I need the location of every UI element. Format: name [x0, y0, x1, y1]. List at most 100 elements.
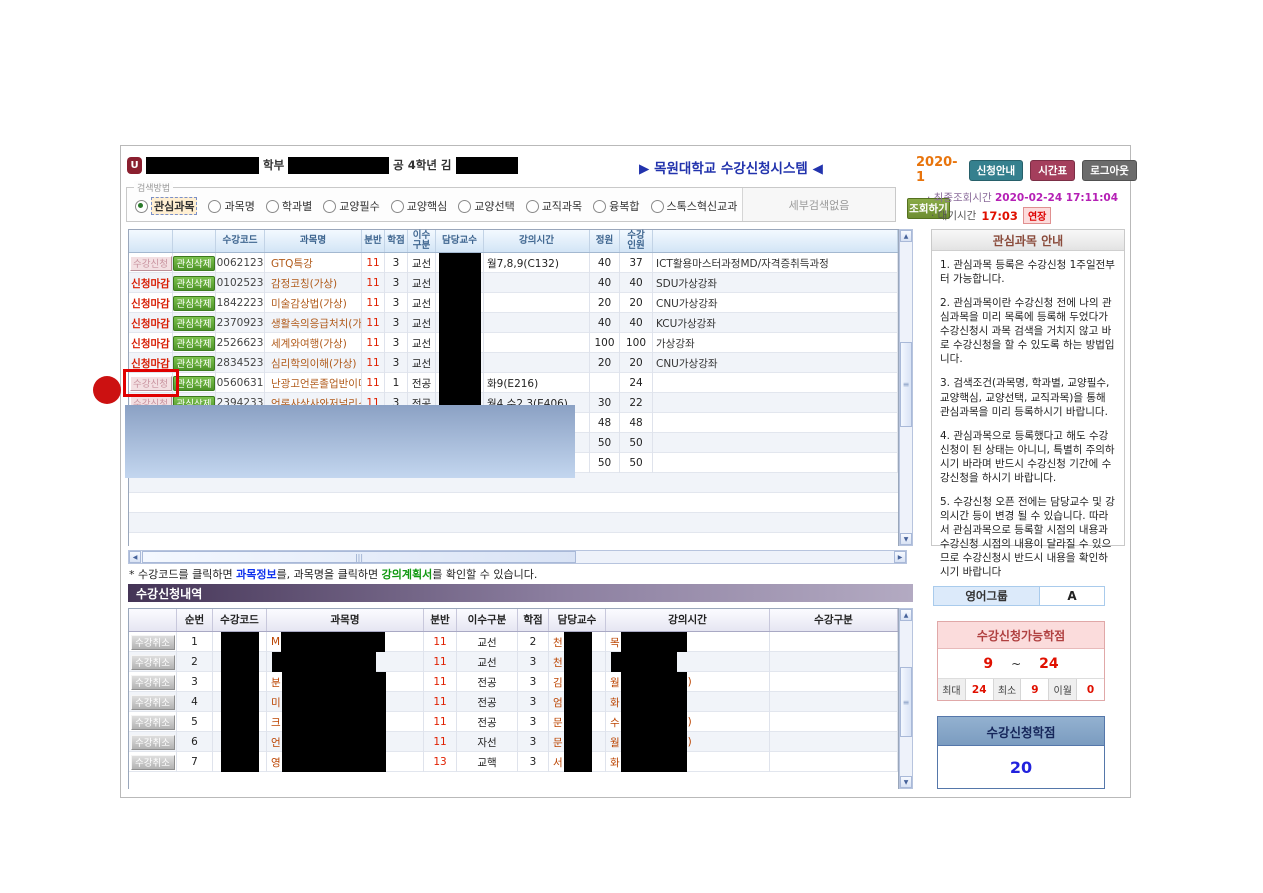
cancel-cell: 수강취소	[129, 752, 177, 772]
search-option-label: 교양필수	[339, 198, 379, 214]
redacted-professor	[439, 253, 481, 273]
timetable-button[interactable]: 시간표	[1030, 160, 1075, 181]
capacity-cell: 48	[590, 413, 620, 433]
closed-status: 신청마감	[131, 316, 170, 331]
credit-range-values: 9 ~ 24	[938, 649, 1104, 679]
cancel-button[interactable]: 수강취소	[131, 675, 175, 690]
detail-filter-box[interactable]: 세부검색없음	[742, 188, 895, 221]
course-name[interactable]: 감정코칭(가상)	[268, 276, 337, 291]
capacity-cell: 20	[590, 353, 620, 373]
favorite-delete-button[interactable]: 관심삭제	[173, 256, 215, 271]
course-code[interactable]: 0102523	[217, 277, 264, 289]
course-name[interactable]: 난광고언론졸업반이다	[268, 376, 361, 391]
search-option-3[interactable]: 교양필수	[323, 198, 379, 214]
applied-credits-box: 수강신청학점 20	[937, 716, 1105, 789]
enrolled-header-cell: 담당교수	[549, 609, 606, 631]
note-cell	[653, 433, 898, 453]
wait-time-label: · 대기시간	[931, 208, 976, 223]
search-option-4[interactable]: 교양핵심	[391, 198, 447, 214]
redacted-name	[272, 652, 376, 672]
english-group-box: 영어그룹 A	[933, 586, 1105, 606]
course-name[interactable]: 미술감상법(가상)	[268, 296, 347, 311]
enrolled-row: 수강취소211교선3천	[129, 652, 898, 672]
time-prefix: 월	[610, 735, 620, 750]
cancel-button[interactable]: 수강취소	[131, 695, 175, 710]
search-option-7[interactable]: 융복합	[593, 198, 639, 214]
guide-button[interactable]: 신청안내	[969, 160, 1024, 181]
cancel-button[interactable]: 수강취소	[131, 655, 175, 670]
time-cell	[484, 293, 590, 313]
enrolled-table-vscrollbar[interactable]: ▲ ≡ ▼	[899, 608, 913, 789]
course-table-header: 수강코드과목명분반학점이수 구분담당교수강의시간정원수강 인원	[129, 230, 898, 253]
course-name[interactable]: 세계와여행(가상)	[268, 336, 347, 351]
search-option-8[interactable]: 스톡스혁신교과	[651, 198, 738, 214]
search-option-1[interactable]: 과목명	[208, 198, 254, 214]
course-name-cell	[267, 652, 424, 672]
course-name-prefix: 미	[271, 695, 281, 710]
course-code[interactable]: 2526623	[217, 337, 264, 349]
search-option-5[interactable]: 교양선택	[458, 198, 514, 214]
logout-button[interactable]: 로그아웃	[1082, 160, 1137, 181]
redacted-professor	[564, 672, 592, 692]
credit-cell: 3	[393, 297, 400, 309]
annotation-highlight-box	[123, 369, 179, 397]
course-name[interactable]: GTQ특강	[268, 256, 313, 271]
cancel-button[interactable]: 수강취소	[131, 635, 175, 650]
favorite-delete-button[interactable]: 관심삭제	[173, 296, 215, 311]
course-code[interactable]: 0062123	[217, 257, 264, 269]
note-cell: CNU가상강좌	[653, 293, 898, 313]
credit-cell: 3	[393, 317, 400, 329]
course-name: GTQ특강	[265, 253, 362, 273]
professor-cell: 엄	[549, 692, 606, 712]
syllabus-link[interactable]: 강의계획서	[382, 568, 433, 581]
course-name[interactable]: 생활속의응급처치(가상)	[268, 316, 361, 331]
course-name-cell: 크	[267, 712, 424, 732]
action-cell: 신청마감	[129, 273, 173, 293]
course-code[interactable]: 2370923	[217, 317, 264, 329]
course-code[interactable]: 1842223	[217, 297, 264, 309]
capacity-cell: 50	[590, 433, 620, 453]
code-cell	[213, 752, 267, 772]
section-cell: 11	[362, 373, 385, 393]
favorite-delete-button[interactable]: 관심삭제	[173, 376, 215, 391]
course-code[interactable]: 0560631	[217, 377, 264, 389]
favorite-delete-button[interactable]: 관심삭제	[173, 316, 215, 331]
section-cell: 11	[433, 656, 446, 668]
enrolled-header-cell	[129, 609, 177, 631]
section-cell: 11	[362, 253, 385, 273]
course-header-cell: 수강코드	[216, 230, 265, 252]
course-name[interactable]: 심리학의이해(가상)	[268, 356, 356, 371]
course-table-vscrollbar[interactable]: ▲ ≡ ▼	[899, 229, 913, 546]
course-table-hscrollbar[interactable]: ◀ ||| ▶	[128, 550, 907, 564]
code-cell	[213, 692, 267, 712]
favorite-delete-button[interactable]: 관심삭제	[173, 336, 215, 351]
search-option-0[interactable]: 관심과목	[135, 197, 197, 215]
course-code[interactable]: 2834523	[217, 357, 264, 369]
course-name: 세계와여행(가상)	[265, 333, 362, 353]
search-option-label: 교직과목	[542, 198, 582, 214]
cancel-button[interactable]: 수강취소	[131, 735, 175, 750]
credit-cell: 3	[393, 337, 400, 349]
search-option-2[interactable]: 학과별	[266, 198, 312, 214]
favorite-delete-button[interactable]: 관심삭제	[173, 356, 215, 371]
search-option-6[interactable]: 교직과목	[526, 198, 582, 214]
credit-cell: 3	[518, 692, 549, 712]
extend-button[interactable]: 연장	[1023, 207, 1051, 224]
cancel-cell: 수강취소	[129, 632, 177, 652]
cancel-button[interactable]: 수강취소	[131, 715, 175, 730]
cancel-button[interactable]: 수강취소	[131, 755, 175, 770]
apply-button[interactable]: 수강신청	[130, 256, 172, 271]
search-option-label: 교양선택	[474, 198, 514, 214]
redacted-professor	[564, 732, 592, 752]
type-cell	[770, 632, 898, 652]
course-header-cell	[129, 230, 173, 252]
course-row: 신청마감관심삭제0102523감정코칭(가상)113교선4040SDU가상강좌	[129, 273, 898, 293]
professor-cell: 문	[549, 732, 606, 752]
radio-icon	[208, 200, 221, 213]
notice-item: 2. 관심과목이란 수강신청 전에 나의 관심과목을 미리 목록에 등록해 두었…	[940, 296, 1116, 366]
course-info-link[interactable]: 과목정보	[236, 568, 276, 581]
credit-cell: 3	[385, 333, 408, 353]
redacted-time	[621, 672, 687, 692]
favorite-delete-button[interactable]: 관심삭제	[173, 276, 215, 291]
course-name-cell: M	[267, 632, 424, 652]
